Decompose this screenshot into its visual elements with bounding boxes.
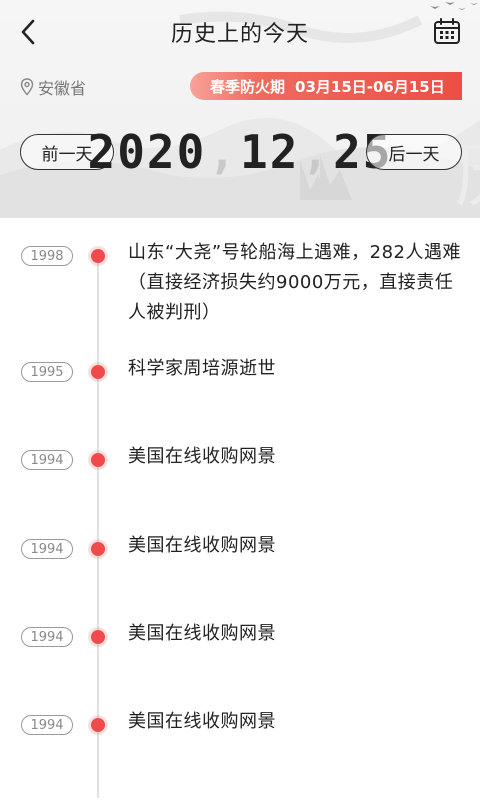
current-date: 2020 , 12 , 25 xyxy=(88,122,391,182)
event-year: 1994 xyxy=(21,450,73,470)
timeline-line xyxy=(97,258,99,798)
event-text: 山东“大尧”号轮船海上遇难，282人遇难（直接经济损失约9000万元，直接责任人… xyxy=(128,242,462,323)
date-separator: , xyxy=(301,125,332,179)
event-text: 科学家周培源逝世 xyxy=(128,358,276,379)
date-year: 2020 xyxy=(87,125,207,179)
event-text: 美国在线收购网景 xyxy=(128,535,276,556)
event-timeline: 1998 山东“大尧”号轮船海上遇难，282人遇难（直接经济损失约9000万元，… xyxy=(0,218,480,800)
timeline-dot xyxy=(91,542,105,556)
event-text: 美国在线收购网景 xyxy=(128,711,276,732)
calendar-button[interactable] xyxy=(432,16,462,46)
fire-season-range: 03月15日-06月15日 xyxy=(295,77,445,96)
event-text: 美国在线收购网景 xyxy=(128,623,276,644)
timeline-dot xyxy=(91,249,105,263)
navigation-bar: 历史上的今天 xyxy=(0,0,480,64)
timeline-dot xyxy=(91,718,105,732)
timeline-dot xyxy=(91,453,105,467)
event-year: 1995 xyxy=(21,362,73,382)
next-day-button[interactable]: 后一天 xyxy=(366,134,462,170)
calendar-icon xyxy=(434,18,460,44)
fire-season-badge: 春季防火期 03月15日-06月15日 xyxy=(190,72,462,100)
timeline-dot xyxy=(91,365,105,379)
event-year: 1998 xyxy=(21,246,73,266)
location-text: 安徽省 xyxy=(38,79,87,98)
date-month: 12 xyxy=(240,125,300,179)
timeline-dot xyxy=(91,630,105,644)
location-pin-icon xyxy=(20,78,34,96)
event-year: 1994 xyxy=(21,627,73,647)
date-separator: , xyxy=(208,125,238,179)
fire-season-label: 春季防火期 xyxy=(210,77,286,96)
event-year: 1994 xyxy=(21,539,73,559)
location[interactable]: 安徽省 xyxy=(20,76,86,98)
page-title: 历史上的今天 xyxy=(170,22,309,47)
event-year: 1994 xyxy=(21,715,73,735)
event-text: 美国在线收购网景 xyxy=(128,446,276,467)
